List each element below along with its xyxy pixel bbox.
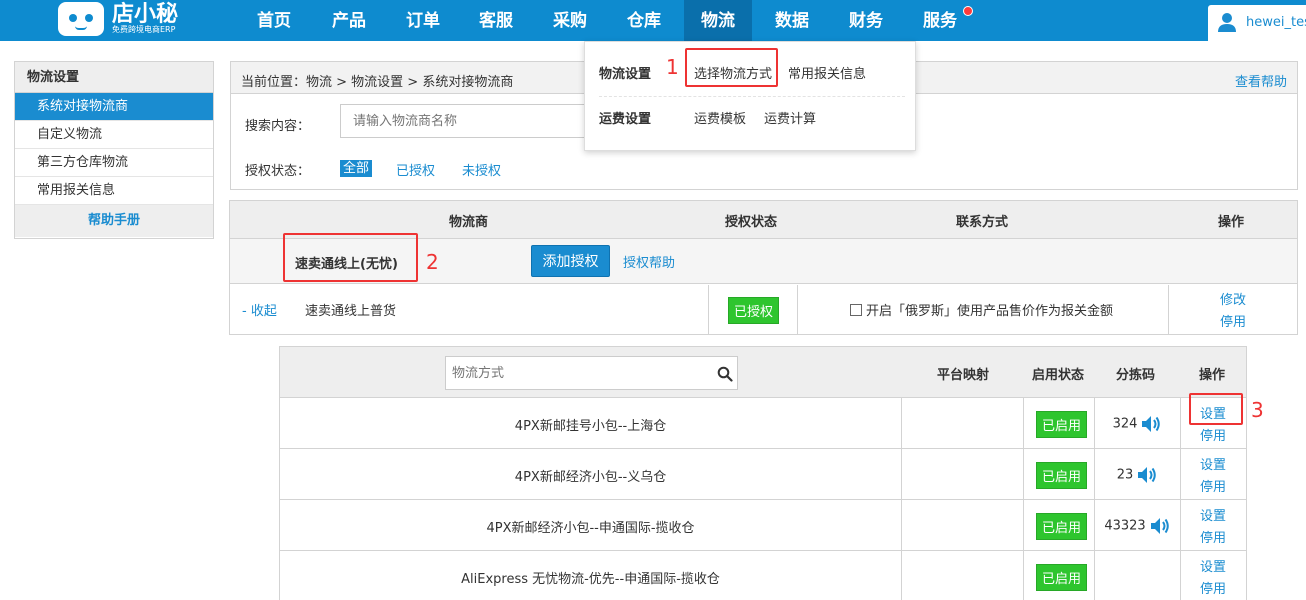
search-label: 搜索内容： <box>245 119 311 134</box>
method-name: 4PX新邮挂号小包--上海仓 <box>514 419 667 434</box>
sidebar-item-third-party-warehouse[interactable]: 第三方仓库物流 <box>15 149 213 177</box>
filter-all[interactable]: 全部 <box>340 160 373 177</box>
method-status-badge: 已启用 <box>1036 411 1088 438</box>
customs-option-label: 开启「俄罗斯」使用产品售价作为报关金额 <box>866 304 1114 319</box>
customs-option-checkbox[interactable] <box>850 304 862 316</box>
nav-orders[interactable]: 订单 <box>390 0 456 41</box>
sort-code: 43323 <box>1094 517 1180 535</box>
method-disable-link[interactable]: 停用 <box>1200 476 1226 495</box>
annotation-box-3 <box>1189 393 1243 425</box>
annotation-box-1 <box>685 48 778 87</box>
header-provider: 物流商 <box>449 215 489 230</box>
method-status-badge: 已启用 <box>1036 513 1088 540</box>
sidebar-item-customs-info[interactable]: 常用报关信息 <box>15 177 213 205</box>
sidebar-title: 物流设置 <box>15 62 213 93</box>
collapse-link[interactable]: - 收起 <box>242 300 277 319</box>
nav-service[interactable]: 客服 <box>463 0 529 41</box>
annotation-number-2: 2 <box>426 250 439 274</box>
nav-data[interactable]: 数据 <box>759 0 825 41</box>
method-name: 4PX新邮经济小包--申通国际-揽收仓 <box>486 521 695 536</box>
method-table-header: 平台映射 启用状态 分拣码 操作 <box>280 347 1246 398</box>
sidebar: 物流设置 系统对接物流商 自定义物流 第三方仓库物流 常用报关信息 帮助手册 <box>14 61 214 239</box>
method-search-input[interactable] <box>445 356 738 390</box>
header-sort-code: 分拣码 <box>1116 368 1156 383</box>
header-platform-mapping: 平台映射 <box>937 368 990 383</box>
shipping-method-table: 平台映射 启用状态 分拣码 操作 4PX新邮挂号小包--上海仓 已启用 324 … <box>279 346 1247 600</box>
account-name: 速卖通线上普货 <box>305 304 397 319</box>
method-settings-link[interactable]: 设置 <box>1200 454 1226 473</box>
dropdown-group-logistics-settings: 物流设置 <box>599 67 652 82</box>
robot-logo-icon <box>58 2 104 36</box>
method-name: 4PX新邮经济小包--义乌仓 <box>514 470 667 485</box>
user-menu[interactable]: hewei_tes <box>1208 5 1306 41</box>
method-disable-link[interactable]: 停用 <box>1200 425 1226 444</box>
method-settings-link[interactable]: 设置 <box>1200 505 1226 524</box>
disable-account-link[interactable]: 停用 <box>1220 311 1246 330</box>
user-icon <box>1218 13 1236 32</box>
nav-products[interactable]: 产品 <box>316 0 382 41</box>
method-name: AliExpress 无忧物流-优先--申通国际-揽收仓 <box>461 572 720 587</box>
menu-item-freight-template[interactable]: 运费模板 <box>694 108 746 127</box>
top-nav: 店小秘 免费跨境电商ERP 首页 产品 订单 客服 采购 仓库 物流 数据 财务… <box>0 0 1306 41</box>
breadcrumb: 当前位置：物流 > 物流设置 > 系统对接物流商 <box>241 71 513 90</box>
header-actions: 操作 <box>1218 215 1245 230</box>
sort-code: 324 <box>1094 415 1180 433</box>
nav-logistics[interactable]: 物流 <box>684 0 752 41</box>
header-auth-status: 授权状态 <box>725 215 778 230</box>
breadcrumb-label: 当前位置： <box>241 75 307 90</box>
speaker-icon[interactable] <box>1141 415 1161 433</box>
filter-authorized[interactable]: 已授权 <box>396 160 435 179</box>
speaker-icon[interactable] <box>1137 466 1157 484</box>
nav-home[interactable]: 首页 <box>241 0 307 41</box>
sidebar-help-link[interactable]: 帮助手册 <box>15 205 213 237</box>
authorization-help-link[interactable]: 授权帮助 <box>623 252 675 271</box>
sort-code-value: 43323 <box>1104 518 1146 534</box>
sort-code-value: 23 <box>1116 467 1134 483</box>
filter-unauthorized[interactable]: 未授权 <box>462 160 501 179</box>
annotation-number-1: 1 <box>666 55 679 79</box>
customs-option[interactable]: 开启「俄罗斯」使用产品售价作为报关金额 <box>850 300 1113 319</box>
search-icon[interactable] <box>717 366 733 382</box>
notification-dot <box>963 6 973 16</box>
add-authorization-button[interactable]: 添加授权 <box>531 245 610 277</box>
user-name: hewei_tes <box>1246 15 1306 30</box>
method-disable-link[interactable]: 停用 <box>1200 578 1226 597</box>
nav-warehouse[interactable]: 仓库 <box>611 0 677 41</box>
speaker-icon[interactable] <box>1150 517 1170 535</box>
header-method-actions: 操作 <box>1199 368 1226 383</box>
dropdown-group-freight-settings: 运费设置 <box>599 112 652 127</box>
menu-item-freight-calculator[interactable]: 运费计算 <box>764 108 816 127</box>
logo-subtitle: 免费跨境电商ERP <box>112 25 176 34</box>
sidebar-item-custom-logistics[interactable]: 自定义物流 <box>15 121 213 149</box>
method-settings-link[interactable]: 设置 <box>1200 556 1226 575</box>
account-row: - 收起 速卖通线上普货 已授权 开启「俄罗斯」使用产品售价作为报关金额 修改 … <box>230 285 1297 335</box>
sidebar-item-system-carriers[interactable]: 系统对接物流商 <box>15 93 213 121</box>
nav-purchase[interactable]: 采购 <box>537 0 603 41</box>
annotation-box-2 <box>283 233 418 282</box>
edit-account-link[interactable]: 修改 <box>1220 289 1246 308</box>
header-contact: 联系方式 <box>956 215 1009 230</box>
nav-finance[interactable]: 财务 <box>833 0 899 41</box>
sort-code: 23 <box>1094 466 1180 484</box>
method-status-badge: 已启用 <box>1036 564 1088 591</box>
view-help-link[interactable]: 查看帮助 <box>1235 71 1287 90</box>
table-row: 4PX新邮经济小包--申通国际-揽收仓 已启用 43323 设置 停用 <box>280 500 1246 551</box>
menu-item-customs-info[interactable]: 常用报关信息 <box>788 63 866 82</box>
table-row: 4PX新邮经济小包--义乌仓 已启用 23 设置 停用 <box>280 449 1246 500</box>
table-row: AliExpress 无忧物流-优先--申通国际-揽收仓 已启用 设置 停用 <box>280 551 1246 600</box>
sort-code-value: 324 <box>1112 416 1138 432</box>
breadcrumb-path: 物流 > 物流设置 > 系统对接物流商 <box>306 75 514 90</box>
annotation-number-3: 3 <box>1251 398 1264 422</box>
account-status-badge: 已授权 <box>728 297 780 324</box>
nav-services[interactable]: 服务 <box>907 0 973 41</box>
method-disable-link[interactable]: 停用 <box>1200 527 1226 546</box>
auth-status-label: 授权状态： <box>245 164 311 179</box>
table-row: 4PX新邮挂号小包--上海仓 已启用 324 设置 停用 <box>280 398 1246 449</box>
search-input[interactable] <box>340 104 590 138</box>
method-status-badge: 已启用 <box>1036 462 1088 489</box>
header-enabled-status: 启用状态 <box>1032 368 1085 383</box>
